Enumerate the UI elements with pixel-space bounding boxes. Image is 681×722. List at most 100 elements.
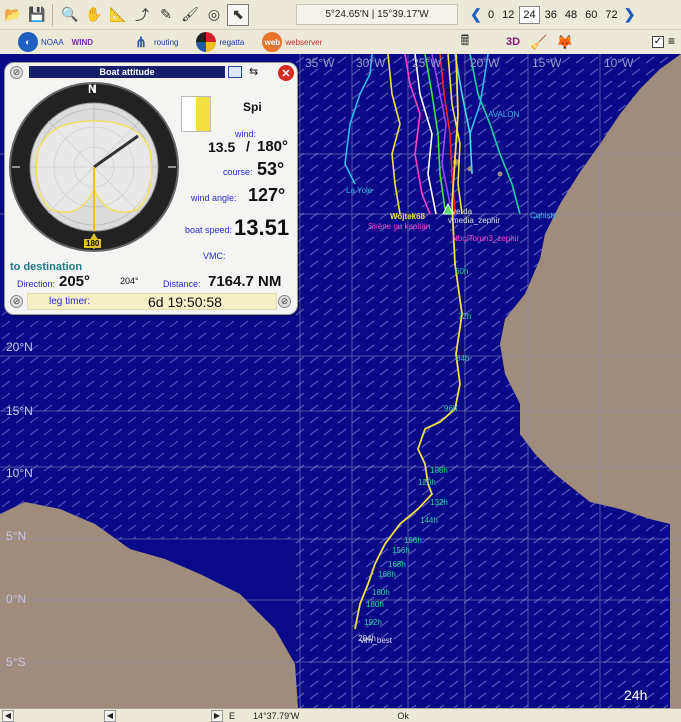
save-disk-icon[interactable]: 💾 xyxy=(26,4,48,26)
boat-name-label: verda xyxy=(452,207,473,216)
plugin-webserver[interactable]: web webserver xyxy=(262,31,322,53)
lon-label: 20°W xyxy=(470,56,500,70)
lat-label: 5°S xyxy=(6,655,26,669)
plugin-webserver-label: webserver xyxy=(285,37,323,47)
webserver-icon: web xyxy=(262,32,283,52)
next-hour-arrow-icon[interactable]: ❯ xyxy=(622,6,638,23)
direction-small: 204° xyxy=(120,276,139,286)
direction-label: Direction: xyxy=(17,279,56,289)
firefox-icon[interactable]: 🦊 xyxy=(554,31,576,53)
main-toolbar: 📂 💾 🔍 ✋ 📐 ⤴ ✎ 🖌 ◎ ⬉ 5°24.65'N | 15°39.17… xyxy=(0,0,681,30)
lon-label: 10°W xyxy=(604,56,634,70)
direction-value: 205° xyxy=(59,273,91,290)
compass-180: 180 xyxy=(84,239,102,248)
zoom-icon[interactable]: 🔍 xyxy=(59,4,81,26)
brush-icon[interactable]: 🖌 xyxy=(179,4,201,26)
lat-label: 0°N xyxy=(6,592,27,606)
compass-north: N xyxy=(88,82,97,96)
pan-hand-icon[interactable]: ✋ xyxy=(83,4,105,26)
boat-name-label: Nbc/Torun3_zephir xyxy=(452,234,520,243)
boat-name-label: Sirène ou kapitän xyxy=(368,222,431,231)
route-time-label: 180h xyxy=(372,588,390,597)
plugin-routing[interactable]: ⋔ routing xyxy=(131,31,178,53)
toolbar-separator xyxy=(52,3,53,26)
previous-hour-arrow-icon[interactable]: ❮ xyxy=(468,6,484,23)
boat-name-label: AVALON xyxy=(488,110,520,119)
boat-name-label: Cqnisty xyxy=(530,211,557,220)
status-lon-prefix: E xyxy=(229,710,236,721)
hour-button-active[interactable]: 24 xyxy=(519,5,540,24)
sweep-icon[interactable]: 🧹 xyxy=(528,31,550,53)
lat-label: 15°N xyxy=(6,404,33,418)
screw-icon: ⊘ xyxy=(10,295,23,308)
route-time-label: 60h xyxy=(455,267,469,276)
hour-button[interactable]: 0 xyxy=(485,7,497,23)
scroll-left-icon[interactable]: ◀ xyxy=(2,709,14,722)
forecast-time-stamp: 24h xyxy=(624,687,648,703)
close-icon[interactable]: ✕ xyxy=(278,65,294,81)
boat-name-label: La Yole xyxy=(346,186,373,195)
routing-icon: ⋔ xyxy=(135,33,147,50)
hour-button[interactable]: 48 xyxy=(562,7,580,23)
wind-slash: / xyxy=(246,138,250,154)
measure-icon[interactable]: 📐 xyxy=(107,4,129,26)
target-icon[interactable]: ◎ xyxy=(203,4,225,26)
wind-angle-value: 127° xyxy=(248,185,286,205)
scroll-right-icon[interactable]: ▶ xyxy=(211,709,223,722)
lat-label: 20°N xyxy=(6,340,33,354)
boat-name-label: Wojtek68 xyxy=(390,212,425,221)
route-time-label: 84h xyxy=(456,354,470,363)
boat-speed-label: boat speed: xyxy=(185,225,233,235)
boat-attitude-panel[interactable]: ⊘ Boat attitude ⇆ ✕ N 180 Spi wind: 13.5… xyxy=(4,62,298,315)
leg-timer-value: 6d 19:50:58 xyxy=(148,294,222,310)
hour-button[interactable]: 72 xyxy=(602,7,620,23)
leg-timer-label: leg timer: xyxy=(49,296,91,307)
plugin-wind[interactable]: WIND xyxy=(72,31,93,53)
lat-label: 5°N xyxy=(6,529,27,543)
route-time-label: 192h xyxy=(364,618,382,627)
open-folder-icon[interactable]: 📂 xyxy=(2,4,24,26)
distance-value: 7164.7 NM xyxy=(208,273,282,290)
route-time-label: 96h xyxy=(444,404,458,413)
forecast-hour-selector: ❮ 0 12 24 36 48 60 72 ❯ xyxy=(468,4,638,25)
route-time-label: 180h xyxy=(366,600,384,609)
screw-icon: ⊘ xyxy=(10,66,23,79)
wind-speed: 13.5 xyxy=(208,139,236,155)
plugin-routing-label: routing xyxy=(154,37,179,47)
show-panel-checkbox[interactable]: ✓ xyxy=(652,36,664,48)
noaa-logo-icon: ◐ xyxy=(18,32,38,52)
regatta-icon xyxy=(196,32,217,52)
lat-label: 10°N xyxy=(6,466,33,480)
hour-button[interactable]: 12 xyxy=(499,7,517,23)
route-time-label: 156h xyxy=(392,546,410,555)
route-time-label: 168h xyxy=(378,570,396,579)
plugin-toolbar: ◐ NOAA WIND ⋔ routing regatta web webser… xyxy=(0,30,681,54)
settings-switch-icon[interactable]: ⇆ xyxy=(249,65,258,78)
course-label: course: xyxy=(223,167,253,177)
sail-icon xyxy=(181,96,211,132)
route-tool-icon[interactable]: ⤴ xyxy=(131,4,153,26)
hour-button[interactable]: 60 xyxy=(582,7,600,23)
route-time-label: 168h xyxy=(388,560,406,569)
route-best-label: vlm_best xyxy=(360,636,393,645)
scroll-left-icon[interactable]: ◀ xyxy=(104,709,116,722)
plugin-regatta[interactable]: regatta xyxy=(196,31,244,53)
sail-name: Spi xyxy=(243,100,262,114)
course-value: 53° xyxy=(257,159,285,179)
plugin-noaa[interactable]: ◐ NOAA xyxy=(18,31,64,53)
app-window: 📂 💾 🔍 ✋ 📐 ⤴ ✎ 🖌 ◎ ⬉ 5°24.65'N | 15°39.17… xyxy=(0,0,681,722)
screw-icon: ⊘ xyxy=(278,295,291,308)
menu-lines-icon[interactable]: ≡ xyxy=(668,34,675,48)
hour-button[interactable]: 36 xyxy=(542,7,560,23)
pencil-icon[interactable]: ✎ xyxy=(155,4,177,26)
route-time-label: 144h xyxy=(420,516,438,525)
lon-label: 25°W xyxy=(412,56,442,70)
cursor-coordinates: 5°24.65'N | 15°39.17'W xyxy=(296,4,458,25)
3d-view-button[interactable]: 3D xyxy=(506,36,520,48)
calculator-icon[interactable]: 🖩 xyxy=(454,31,476,53)
pointer-icon[interactable]: ⬉ xyxy=(227,3,249,26)
route-time-label: 108h xyxy=(430,466,448,475)
route-time-label: 120h xyxy=(418,478,436,487)
minimize-icon[interactable] xyxy=(228,66,242,78)
distance-label: Distance: xyxy=(163,279,201,289)
